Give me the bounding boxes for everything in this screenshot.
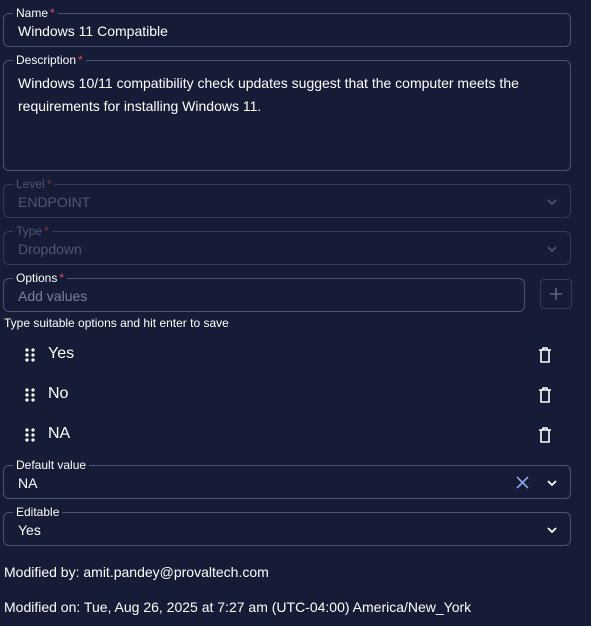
option-label: NA (48, 425, 71, 442)
chevron-down-icon[interactable] (546, 524, 558, 536)
option-row[interactable]: NA (0, 415, 591, 455)
option-row[interactable]: No (0, 375, 591, 415)
chevron-down-icon (546, 243, 558, 255)
type-label: Type * (13, 224, 52, 238)
clear-icon[interactable] (516, 476, 529, 494)
option-label: Yes (48, 345, 75, 362)
type-select: Type * Dropdown (3, 224, 571, 265)
name-field[interactable]: Name * Windows 11 Compatible (3, 6, 571, 47)
trash-icon[interactable] (538, 347, 552, 368)
option-row[interactable]: Yes (0, 335, 591, 375)
add-option-button[interactable] (540, 279, 572, 309)
name-value[interactable]: Windows 11 Compatible (18, 23, 168, 39)
modified-by: Modified by: amit.pandey@provaltech.com (4, 564, 269, 580)
editable-value: Yes (18, 522, 41, 538)
level-label: Level * (13, 177, 55, 191)
default-value-select[interactable]: Default value NA (3, 458, 571, 499)
level-value: ENDPOINT (18, 194, 91, 210)
name-label: Name * (13, 6, 58, 20)
options-input[interactable]: Options * Add values (3, 271, 525, 312)
options-placeholder: Add values (18, 288, 88, 304)
options-label: Options * (13, 271, 68, 285)
trash-icon[interactable] (538, 387, 552, 408)
plus-icon (549, 287, 563, 306)
chevron-down-icon (546, 196, 558, 208)
description-label: Description * (13, 53, 86, 67)
editable-label: Editable (13, 505, 63, 519)
option-label: No (48, 385, 69, 402)
default-value-label: Default value (13, 458, 90, 472)
default-value-value: NA (18, 475, 38, 491)
drag-handle-icon[interactable] (24, 387, 36, 408)
description-field[interactable]: Description * Windows 10/11 compatibility… (3, 53, 571, 171)
drag-handle-icon[interactable] (24, 427, 36, 448)
description-value[interactable]: Windows 10/11 compatibility check update… (18, 72, 558, 118)
type-value: Dropdown (18, 241, 82, 257)
modified-on: Modified on: Tue, Aug 26, 2025 at 7:27 a… (4, 599, 472, 615)
trash-icon[interactable] (538, 427, 552, 448)
chevron-down-icon[interactable] (546, 477, 558, 489)
drag-handle-icon[interactable] (24, 347, 36, 368)
level-select: Level * ENDPOINT (3, 177, 571, 218)
editable-select[interactable]: Editable Yes (3, 505, 571, 546)
options-hint: Type suitable options and hit enter to s… (4, 316, 229, 330)
